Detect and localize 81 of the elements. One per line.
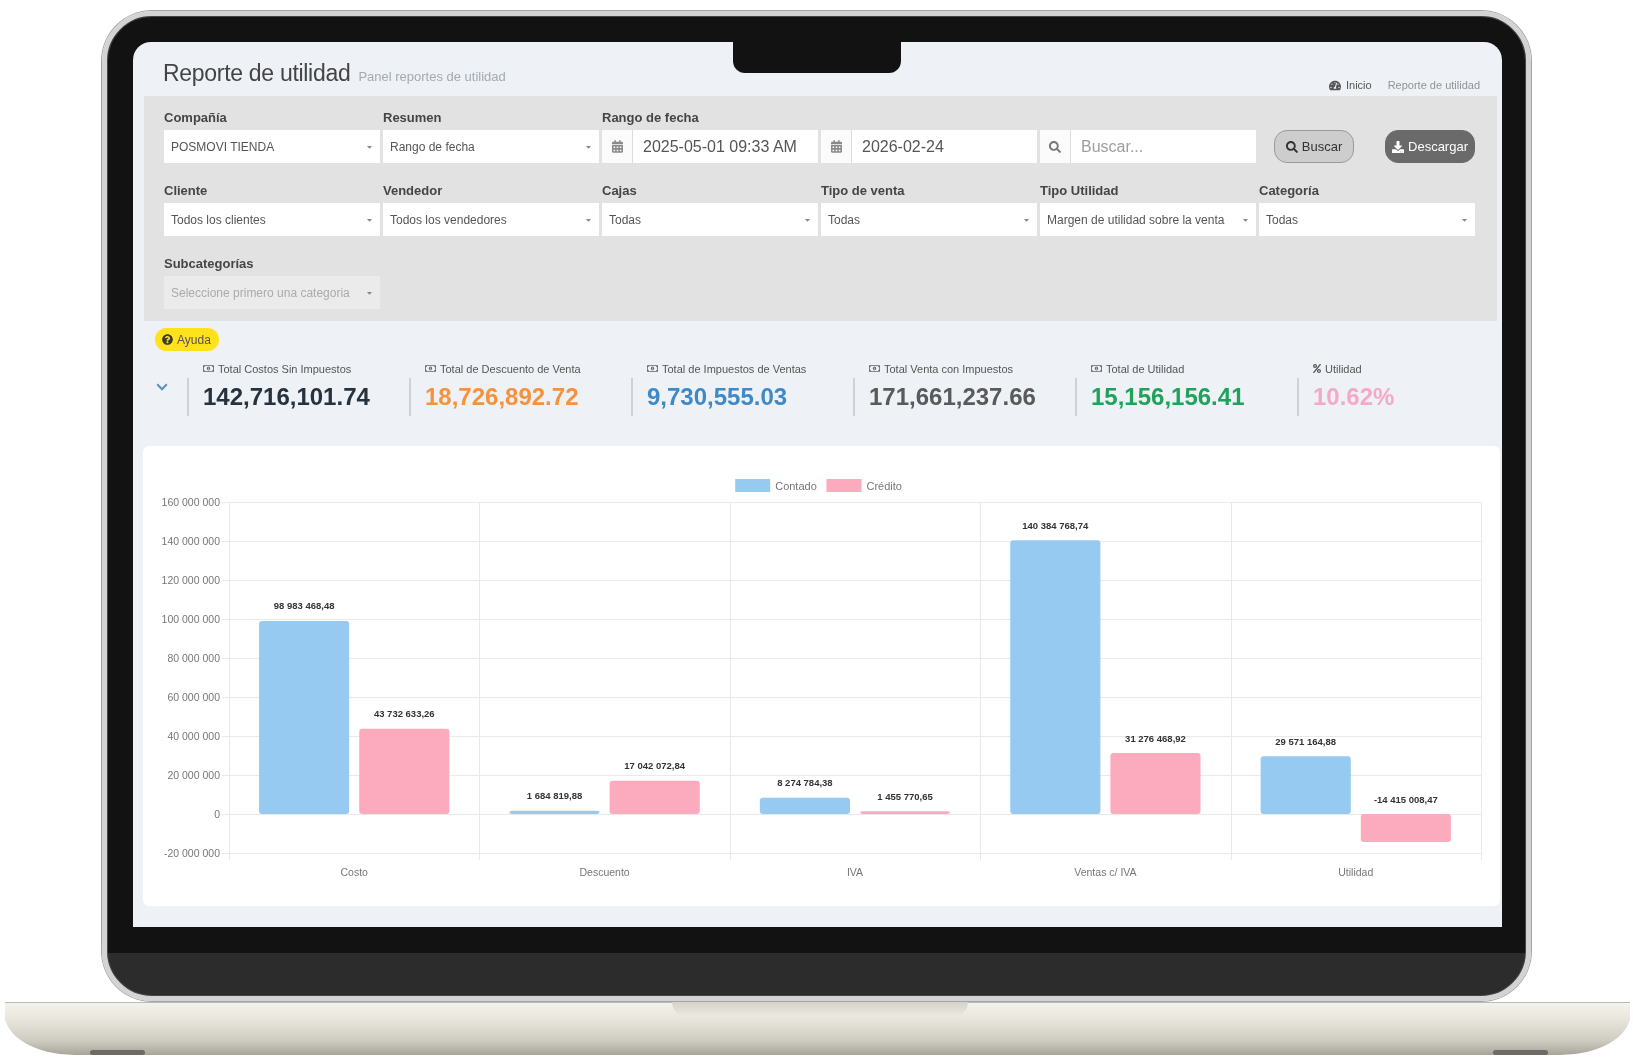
bar-value-label: 98 983 468,48: [273, 600, 335, 612]
y-axis-label: -20 000 000: [163, 847, 220, 859]
bar-value-label: 140 384 768,74: [1022, 519, 1089, 531]
breadcrumb-current: Reporte de utilidad: [1387, 79, 1480, 91]
field-label: Compañía: [164, 109, 228, 126]
select-field[interactable]: Todos los clientes: [164, 203, 380, 236]
field-label: Tipo de venta: [821, 182, 906, 199]
search-icon: [1285, 140, 1298, 153]
bar-value-label: 17 042 072,84: [624, 760, 686, 772]
y-axis-label: 20 000 000: [167, 769, 220, 781]
calendar-icon: [830, 140, 842, 153]
y-axis-label: 0: [214, 808, 220, 820]
banknote-icon: [647, 364, 658, 373]
kpi-value: 10.62%: [1297, 378, 1395, 416]
select-field[interactable]: Todas: [1259, 203, 1475, 236]
kpi-value: 15,156,156.41: [1075, 378, 1297, 416]
select-field[interactable]: Todas: [821, 203, 1037, 236]
help-button[interactable]: Ayuda: [155, 328, 219, 351]
search-icon: [1049, 140, 1061, 153]
kpi-value: 171,661,237.66: [853, 378, 1075, 416]
select-field[interactable]: Todos los vendedores: [383, 203, 599, 236]
field-label: Subcategorías: [164, 255, 255, 272]
select-field[interactable]: Margen de utilidad sobre la venta: [1040, 203, 1256, 236]
legend-label: Contado: [775, 480, 817, 492]
y-axis-label: 80 000 000: [167, 652, 220, 664]
field-label: Tipo Utilidad: [1040, 182, 1120, 199]
date-field[interactable]: 2026-02-24: [821, 130, 1037, 163]
x-axis-label: Ventas c/ IVA: [1074, 866, 1137, 878]
x-axis-label: Utilidad: [1338, 866, 1374, 878]
kpi-value: 18,726,892.72: [409, 378, 631, 416]
search-button[interactable]: Buscar: [1274, 130, 1354, 163]
download-icon: [1392, 140, 1404, 153]
kpi-label: Total de Descuento de Venta: [440, 362, 581, 375]
banknote-icon: [869, 364, 880, 373]
gauge-icon: [1328, 79, 1341, 91]
select-field[interactable]: Rango de fecha: [383, 130, 599, 163]
breadcrumb-link[interactable]: Inicio: [1328, 79, 1372, 91]
field-label: Vendedor: [383, 182, 444, 199]
banknote-icon: [203, 364, 214, 373]
field-label: Categoría: [1259, 182, 1320, 199]
bar-value-label: 1 455 770,65: [877, 790, 933, 802]
bar-value-label: -14 415 008,47: [1373, 793, 1438, 805]
y-axis-label: 120 000 000: [161, 574, 220, 586]
bar-value-label: 1 684 819,88: [526, 790, 583, 802]
download-button[interactable]: Descargar: [1385, 130, 1475, 163]
y-axis-label: 100 000 000: [161, 613, 220, 625]
kpi-label: Total de Utilidad: [1106, 362, 1185, 375]
kpi-label: Total Costos Sin Impuestos: [218, 362, 352, 375]
field-label: Cliente: [164, 182, 209, 199]
select-field[interactable]: Todas: [602, 203, 818, 236]
kpi-label: Total Venta con Impuestos: [884, 362, 1014, 375]
kpi-label: Total de Impuestos de Ventas: [662, 362, 807, 375]
chevron-down-icon[interactable]: [156, 383, 168, 391]
field-label: Rango de fecha: [602, 109, 700, 126]
page-subtitle: Panel reportes de utilidad: [358, 69, 506, 84]
date-field[interactable]: 2025-05-01 09:33 AM: [602, 130, 818, 163]
help-icon: [162, 334, 173, 345]
bar-value-label: 8 274 784,38: [777, 777, 833, 789]
y-axis-label: 160 000 000: [161, 496, 220, 508]
kpi-value: 9,730,555.03: [631, 378, 853, 416]
banknote-icon: [425, 364, 436, 373]
y-axis-label: 60 000 000: [167, 691, 220, 703]
bar-value-label: 31 276 468,92: [1125, 732, 1186, 744]
kpi-label: Utilidad: [1325, 362, 1362, 375]
field-label: Resumen: [383, 109, 443, 126]
page-title: Reporte de utilidad: [163, 60, 351, 86]
percent-icon: [1313, 364, 1321, 373]
bar-value-label: 29 571 164,88: [1275, 735, 1337, 747]
calendar-icon: [611, 140, 623, 153]
bar-value-label: 43 732 633,26: [373, 708, 435, 720]
field-label: Cajas: [602, 182, 638, 199]
legend-label: Crédito: [866, 480, 902, 492]
search-field[interactable]: Buscar...: [1071, 130, 1256, 163]
banknote-icon: [1091, 364, 1102, 373]
y-axis-label: 40 000 000: [167, 730, 220, 742]
select-field[interactable]: POSMOVI TIENDA: [164, 130, 380, 163]
x-axis-label: Costo: [340, 866, 368, 878]
kpi-value: 142,716,101.74: [187, 378, 409, 416]
y-axis-label: 140 000 000: [161, 535, 220, 547]
x-axis-label: IVA: [846, 866, 864, 878]
x-axis-label: Descuento: [579, 866, 630, 878]
